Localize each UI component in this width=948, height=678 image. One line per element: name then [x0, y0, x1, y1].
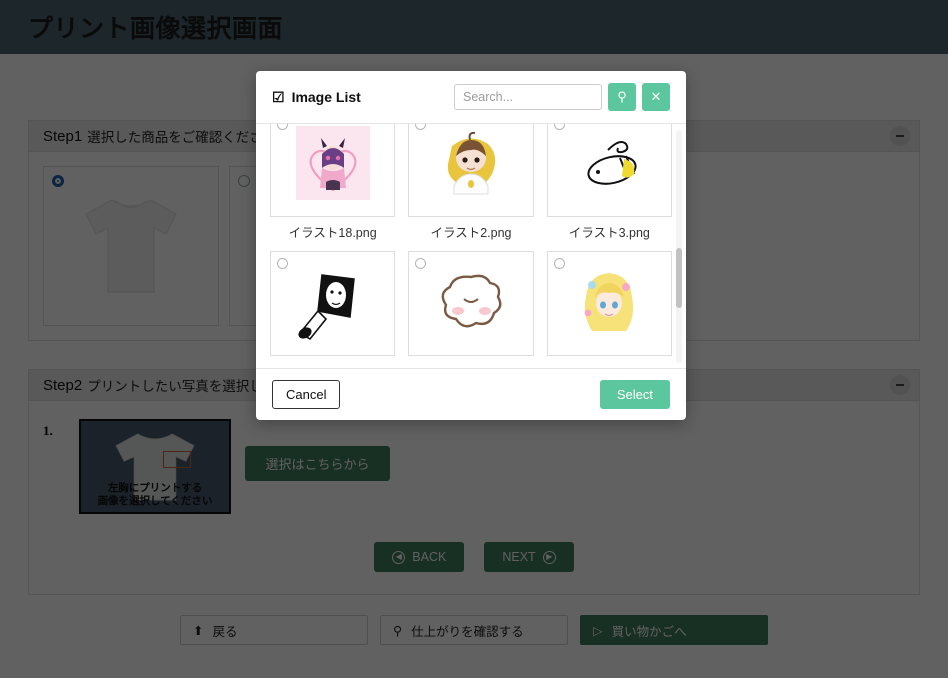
image-card[interactable] [270, 251, 396, 361]
close-icon: ✕ [650, 89, 662, 104]
image-thumbnail[interactable] [408, 124, 534, 217]
image-radio[interactable] [277, 258, 288, 269]
modal-title-group: ☑ Image List [272, 89, 361, 105]
image-grid-scroll-area[interactable]: イラスト18.png イラスト2.png イラスト3.png [256, 124, 686, 369]
image-card[interactable] [408, 251, 534, 361]
image-thumbnail[interactable] [546, 251, 672, 356]
image-radio[interactable] [415, 124, 427, 130]
image-thumbnail[interactable] [270, 124, 396, 217]
image-filename: イラスト18.png [288, 226, 377, 240]
cancel-button[interactable]: Cancel [272, 380, 341, 409]
checkbox-checked-icon: ☑ [272, 89, 285, 105]
blonde-girl-art [584, 272, 634, 331]
search-input[interactable] [454, 84, 602, 110]
image-thumbnail[interactable] [546, 124, 672, 217]
image-radio[interactable] [553, 258, 565, 269]
image-card[interactable]: イラスト18.png [270, 124, 396, 241]
search-icon: ⚲ [617, 89, 627, 104]
modal-scrollbar[interactable] [676, 130, 682, 363]
image-list-modal: ☑ Image List ⚲ ✕ [256, 71, 686, 420]
modal-title: Image List [291, 89, 361, 105]
image-grid: イラスト18.png イラスト2.png イラスト3.png [270, 124, 672, 361]
modal-footer: Cancel Select [256, 369, 686, 420]
modal-scrollbar-thumb[interactable] [676, 248, 682, 308]
bee-sketch-art [587, 140, 637, 185]
image-filename: イラスト3.png [568, 226, 650, 240]
sheep-face-art [441, 274, 502, 327]
image-filename: イラスト2.png [430, 226, 512, 240]
select-button[interactable]: Select [599, 380, 670, 409]
mirror-sketch-art [298, 273, 355, 340]
image-card[interactable]: イラスト3.png [546, 124, 672, 241]
image-thumbnail[interactable] [408, 251, 534, 356]
modal-search-group: ⚲ ✕ [454, 83, 670, 111]
boy-yellow-blob-art [447, 131, 496, 194]
image-card[interactable] [546, 251, 672, 361]
image-thumbnail[interactable] [270, 251, 396, 356]
image-radio[interactable] [277, 124, 288, 130]
modal-header: ☑ Image List ⚲ ✕ [256, 71, 686, 124]
image-radio[interactable] [415, 258, 427, 269]
search-submit-button[interactable]: ⚲ [608, 83, 636, 111]
search-clear-button[interactable]: ✕ [642, 83, 670, 111]
image-radio[interactable] [553, 124, 565, 130]
anime-girl-heart-art [295, 125, 370, 200]
image-card[interactable]: イラスト2.png [408, 124, 534, 241]
